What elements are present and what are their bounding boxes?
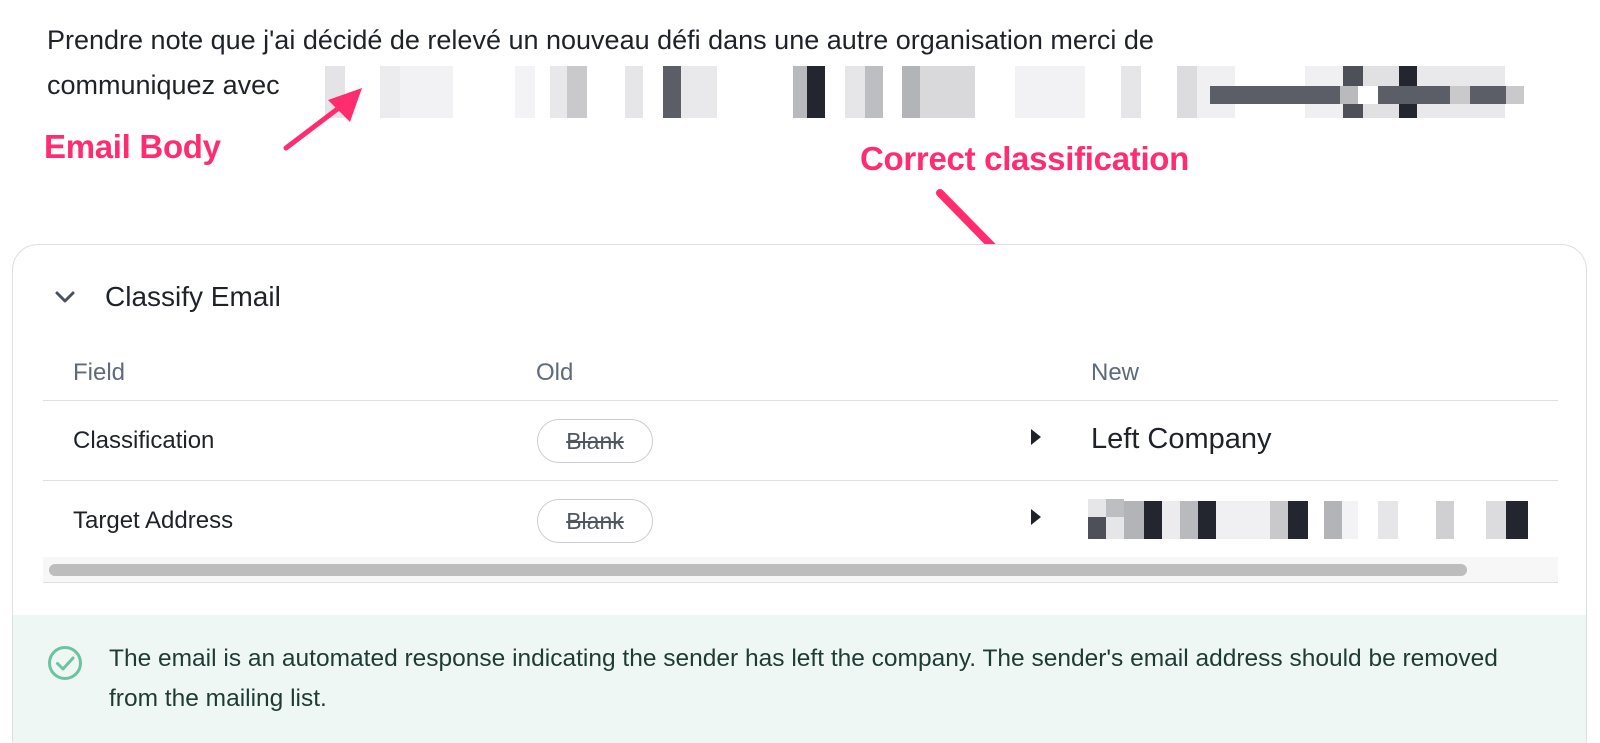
page: Prendre note que j'ai décidé de relevé u… <box>0 0 1600 743</box>
old-value-badge: Blank <box>537 419 653 463</box>
card-title: Classify Email <box>105 281 281 312</box>
check-circle-icon <box>48 646 82 680</box>
column-header-field: Field <box>73 359 126 386</box>
column-header-old: Old <box>536 359 574 386</box>
scrollbar-thumb[interactable] <box>49 564 1467 576</box>
redacted-contact-bar <box>1210 86 1524 104</box>
classify-email-card: Classify Email Field Old New Classificat… <box>12 244 1587 743</box>
new-value: Left Company <box>1091 423 1272 455</box>
table-row: Target Address Blank <box>43 481 1558 561</box>
triangle-right-icon <box>1031 429 1041 445</box>
classification-table: Field Old New Classification Blank Left … <box>43 345 1558 561</box>
card-header-toggle[interactable]: Classify Email <box>51 281 281 313</box>
triangle-right-icon <box>1031 509 1041 525</box>
field-name: Target Address <box>73 507 234 534</box>
old-value-badge: Blank <box>537 499 653 543</box>
redacted-target-address <box>1088 499 1528 539</box>
horizontal-scrollbar[interactable] <box>43 557 1558 583</box>
field-name: Classification <box>73 427 215 454</box>
annotation-correct-classification: Correct classification <box>860 140 1190 177</box>
table-row: Classification Blank Left Company <box>43 401 1558 481</box>
annotation-email-body: Email Body <box>44 128 221 165</box>
result-panel: The email is an automated response indic… <box>13 615 1586 743</box>
email-body-line-1: Prendre note que j'ai décidé de relevé u… <box>47 25 1154 55</box>
chevron-down-icon <box>51 283 79 311</box>
column-header-new: New <box>1091 359 1140 386</box>
result-explanation: The email is an automated response indic… <box>109 645 1498 712</box>
arrow-icon <box>283 88 362 151</box>
table-header: Field Old New <box>43 345 1558 401</box>
